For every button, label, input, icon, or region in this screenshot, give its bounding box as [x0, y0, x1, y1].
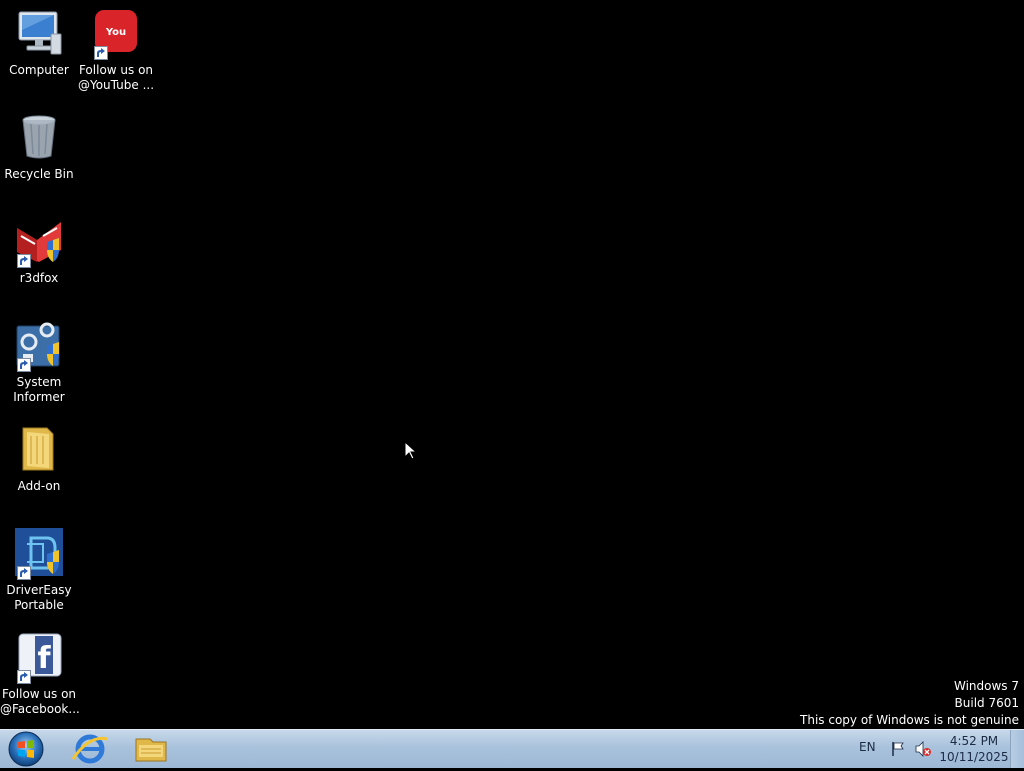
taskbar: EN 4:52 PM 10/11/2025 — [0, 729, 1024, 768]
show-desktop-button[interactable] — [1010, 730, 1024, 768]
svg-text:You: You — [105, 27, 126, 38]
shortcut-arrow-icon — [17, 566, 31, 580]
action-center-flag-icon[interactable] — [890, 741, 906, 761]
volume-muted-icon[interactable] — [914, 741, 932, 761]
watermark-build: Build 7601 — [954, 696, 1019, 710]
taskbar-internet-explorer[interactable] — [63, 731, 117, 767]
shortcut-arrow-icon — [17, 254, 31, 268]
watermark-os-name: Windows 7 — [953, 679, 1019, 693]
taskbar-windows-explorer[interactable] — [124, 731, 178, 767]
r3dfox-icon — [13, 216, 65, 268]
folder-icon — [13, 424, 65, 476]
desktop-icon-label: DriverEasy Portable — [6, 583, 72, 612]
desktop-icon-system-informer[interactable]: System Informer — [0, 320, 78, 405]
system-informer-icon — [13, 320, 65, 372]
shortcut-arrow-icon — [17, 670, 31, 684]
desktop-icon-label: Follow us on @Facebook... — [0, 687, 80, 716]
desktop-icon-label: Follow us on @YouTube ... — [77, 63, 155, 92]
desktop-icon-recycle-bin[interactable]: Recycle Bin — [0, 112, 78, 182]
desktop-icon-label: Computer — [9, 63, 69, 77]
mouse-cursor-icon — [404, 440, 418, 465]
windows-orb-icon — [8, 731, 44, 767]
desktop-icon-label: Add-on — [17, 479, 61, 493]
windows-explorer-icon — [135, 738, 167, 762]
internet-explorer-icon — [71, 734, 108, 764]
desktop-icon-add-on[interactable]: Add-on — [0, 424, 78, 494]
desktop[interactable]: Computer You Follow us on @YouTube ... R… — [0, 0, 1024, 729]
youtube-icon: You — [90, 8, 142, 60]
desktop-icon-youtube[interactable]: You Follow us on @YouTube ... — [77, 8, 155, 93]
desktop-icon-label: Recycle Bin — [4, 167, 74, 181]
windows-watermark: Windows 7 Build 7601 This copy of Window… — [800, 678, 1019, 729]
system-clock[interactable]: 4:52 PM 10/11/2025 — [938, 733, 1010, 765]
start-button[interactable] — [6, 731, 46, 767]
shortcut-arrow-icon — [94, 46, 108, 60]
svg-text:f: f — [37, 641, 51, 676]
desktop-icon-facebook[interactable]: f Follow us on @Facebook... — [0, 632, 80, 717]
shortcut-arrow-icon — [17, 358, 31, 372]
desktop-icon-label: r3dfox — [19, 271, 59, 285]
desktop-icon-computer[interactable]: Computer — [0, 8, 78, 78]
desktop-icon-r3dfox[interactable]: r3dfox — [0, 216, 78, 286]
facebook-icon: f — [13, 632, 65, 684]
clock-date: 10/11/2025 — [939, 750, 1009, 764]
language-indicator[interactable]: EN — [859, 740, 876, 754]
computer-icon — [13, 8, 65, 60]
clock-time: 4:52 PM — [949, 734, 999, 748]
desktop-icon-label: System Informer — [13, 375, 65, 404]
watermark-genuine-notice: This copy of Windows is not genuine — [800, 713, 1019, 727]
drivereasy-icon — [13, 528, 65, 580]
desktop-icon-drivereasy[interactable]: DriverEasy Portable — [0, 528, 78, 613]
recycle-bin-icon — [13, 112, 65, 164]
